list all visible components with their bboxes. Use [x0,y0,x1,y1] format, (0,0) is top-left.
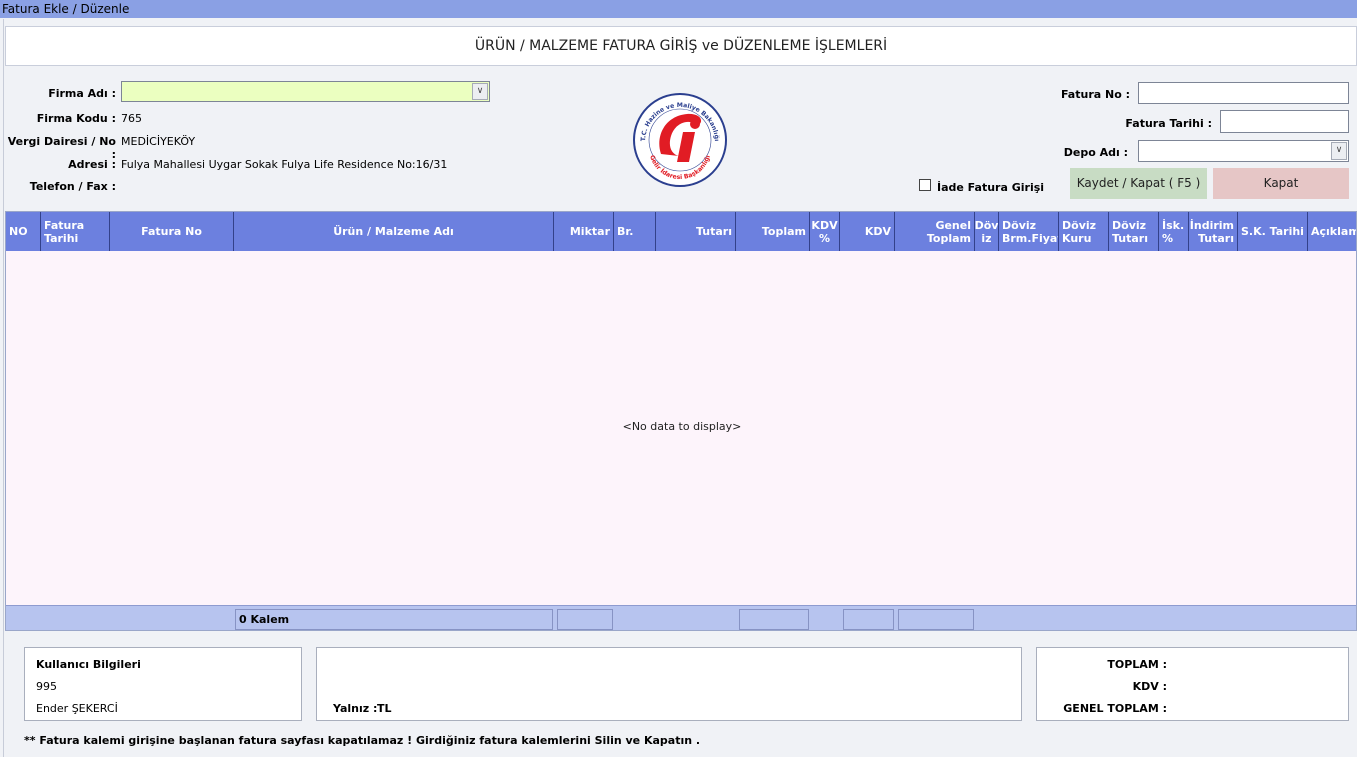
quantity-summary [557,609,613,630]
amount-in-words-panel: Yalnız : TL [316,647,1022,721]
grid-empty-message: <No data to display> [622,420,742,433]
col-vat-percent[interactable]: KDV % [810,212,840,251]
col-discount-amount[interactable]: İndirim Tutarı [1189,212,1238,251]
firm-code-value: 765 [121,112,142,125]
col-quantity[interactable]: Miktar [554,212,614,251]
amount-words-currency: TL [377,702,392,715]
col-fx-rate[interactable]: Döviz Kuru [1059,212,1109,251]
save-close-button[interactable]: Kaydet / Kapat ( F5 ) [1070,168,1207,199]
col-fx-amount[interactable]: Döviz Tutarı [1109,212,1159,251]
return-invoice-label: İade Fatura Girişi [937,181,1045,194]
invoice-date-input[interactable] [1220,110,1349,133]
col-no[interactable]: NO [6,212,41,251]
invoice-no-input[interactable] [1138,82,1349,104]
chevron-down-icon[interactable]: ∨ [472,83,488,100]
col-unit[interactable]: Br. [614,212,656,251]
address-value: Fulya Mahallesi Uygar Sokak Fulya Life R… [121,158,448,171]
invoice-no-label: Fatura No : [1060,88,1130,101]
totals-panel: TOPLAM : KDV : GENEL TOPLAM : [1036,647,1349,721]
window-title: Fatura Ekle / Düzenle [0,0,1357,18]
chevron-down-icon[interactable]: ∨ [1331,142,1347,160]
col-product-name[interactable]: Ürün / Malzeme Adı [234,212,554,251]
col-currency[interactable]: Döv iz [975,212,999,251]
col-total[interactable]: Toplam [736,212,810,251]
vat-summary [843,609,894,630]
col-description[interactable]: Açıklama [1308,212,1356,251]
col-vat[interactable]: KDV [840,212,895,251]
vat-total-label: KDV : [1132,680,1167,693]
user-info-panel: Kullanıcı Bilgileri 995 Ender ŞEKERCİ [24,647,302,721]
item-count-summary: 0 Kalem [235,609,553,630]
phone-fax-label: Telefon / Fax : [29,180,116,193]
col-invoice-no[interactable]: Fatura No [110,212,234,251]
grand-total-summary [898,609,974,630]
firm-name-label: Firma Adı : [48,87,116,100]
close-button[interactable]: Kapat [1213,168,1349,199]
grid-footer: 0 Kalem [6,605,1356,630]
col-grand-total[interactable]: Genel Toplam [895,212,975,251]
col-expiry-date[interactable]: S.K. Tarihi [1238,212,1308,251]
invoice-items-grid[interactable]: NO Fatura Tarihi Fatura No Ürün / Malzem… [5,211,1357,631]
gib-logo: T.C. Hazine ve Maliye Bakanlığı Gelir İd… [631,92,729,188]
address-label: Adresi : [68,158,116,171]
col-amount[interactable]: Tutarı [656,212,736,251]
user-name: Ender ŞEKERCİ [36,702,118,715]
depot-label: Depo Adı : [1063,146,1128,159]
grand-total-label: GENEL TOPLAM : [1063,702,1167,715]
total-label: TOPLAM : [1107,658,1167,671]
col-discount-percent[interactable]: İsk. % [1159,212,1189,251]
col-invoice-date[interactable]: Fatura Tarihi [41,212,110,251]
invoice-date-label: Fatura Tarihi : [1125,117,1212,130]
depot-combobox[interactable]: ∨ [1138,140,1349,162]
grid-header: NO Fatura Tarihi Fatura No Ürün / Malzem… [6,212,1356,251]
return-invoice-checkbox[interactable] [919,179,931,191]
amount-words-label: Yalnız : [333,702,378,715]
user-id: 995 [36,680,57,693]
firm-name-combobox[interactable]: ∨ [121,81,490,102]
total-summary [739,609,809,630]
col-fx-unit-price[interactable]: Döviz Brm.Fiyat [999,212,1059,251]
tax-office-value: MEDİCİYEKÖY [121,135,196,148]
footer-warning: ** Fatura kalemi girişine başlanan fatur… [24,734,701,747]
user-info-title: Kullanıcı Bilgileri [36,658,141,671]
firm-code-label: Firma Kodu : [36,112,116,125]
page-title: ÜRÜN / MALZEME FATURA GİRİŞ ve DÜZENLEME… [5,26,1357,66]
